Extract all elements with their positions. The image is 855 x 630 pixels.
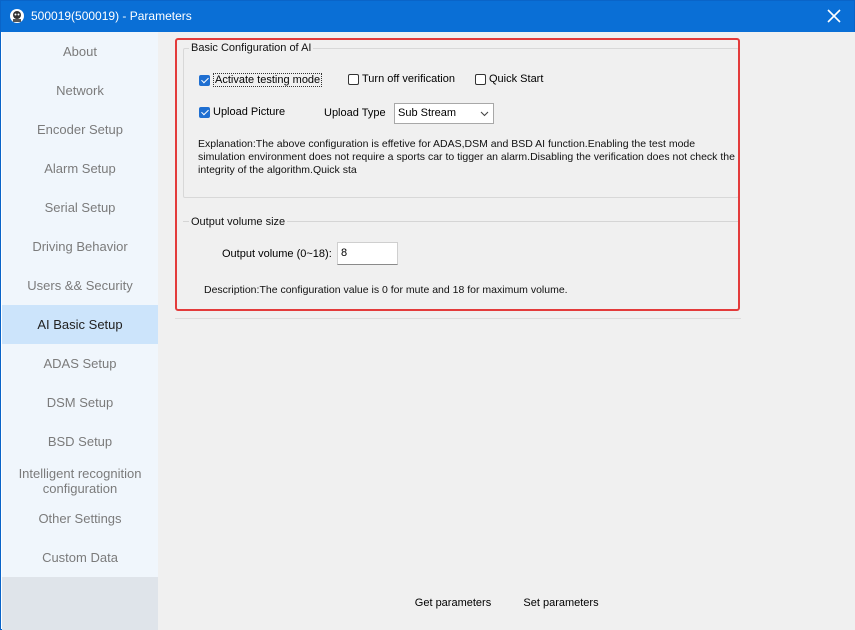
sidebar-item-about[interactable]: About: [2, 32, 158, 71]
sidebar-item-network[interactable]: Network: [2, 71, 158, 110]
sidebar-item-other-settings[interactable]: Other Settings: [2, 499, 158, 538]
sidebar-item-bsd-setup[interactable]: BSD Setup: [2, 422, 158, 461]
get-parameters-button[interactable]: Get parameters: [409, 592, 497, 614]
sidebar-item-custom-data[interactable]: Custom Data: [2, 538, 158, 577]
highlight-box: [175, 38, 740, 311]
sidebar-item-encoder-setup[interactable]: Encoder Setup: [2, 110, 158, 149]
main-panel: Basic Configuration of AI Activate testi…: [158, 32, 855, 630]
close-icon[interactable]: [820, 4, 848, 28]
divider: [175, 318, 741, 319]
sidebar-item-driving-behavior[interactable]: Driving Behavior: [2, 227, 158, 266]
sidebar-item-users-security[interactable]: Users && Security: [2, 266, 158, 305]
window-title: 500019(500019) - Parameters: [31, 9, 192, 23]
sidebar-item-ai-basic-setup[interactable]: AI Basic Setup: [2, 305, 158, 344]
sidebar-item-dsm-setup[interactable]: DSM Setup: [2, 383, 158, 422]
sidebar-item-alarm-setup[interactable]: Alarm Setup: [2, 149, 158, 188]
sidebar-item-serial-setup[interactable]: Serial Setup: [2, 188, 158, 227]
title-bar[interactable]: 500019(500019) - Parameters: [1, 1, 854, 32]
sidebar-item-intelligent-recognition[interactable]: Intelligent recognition configuration: [2, 461, 158, 501]
set-parameters-button[interactable]: Set parameters: [519, 592, 603, 614]
sidebar-item-adas-setup[interactable]: ADAS Setup: [2, 344, 158, 383]
app-icon: [10, 9, 24, 23]
parameters-window: 500019(500019) - Parameters About Networ…: [0, 0, 855, 630]
sidebar: About Network Encoder Setup Alarm Setup …: [2, 32, 158, 630]
sidebar-footer: [2, 577, 158, 630]
